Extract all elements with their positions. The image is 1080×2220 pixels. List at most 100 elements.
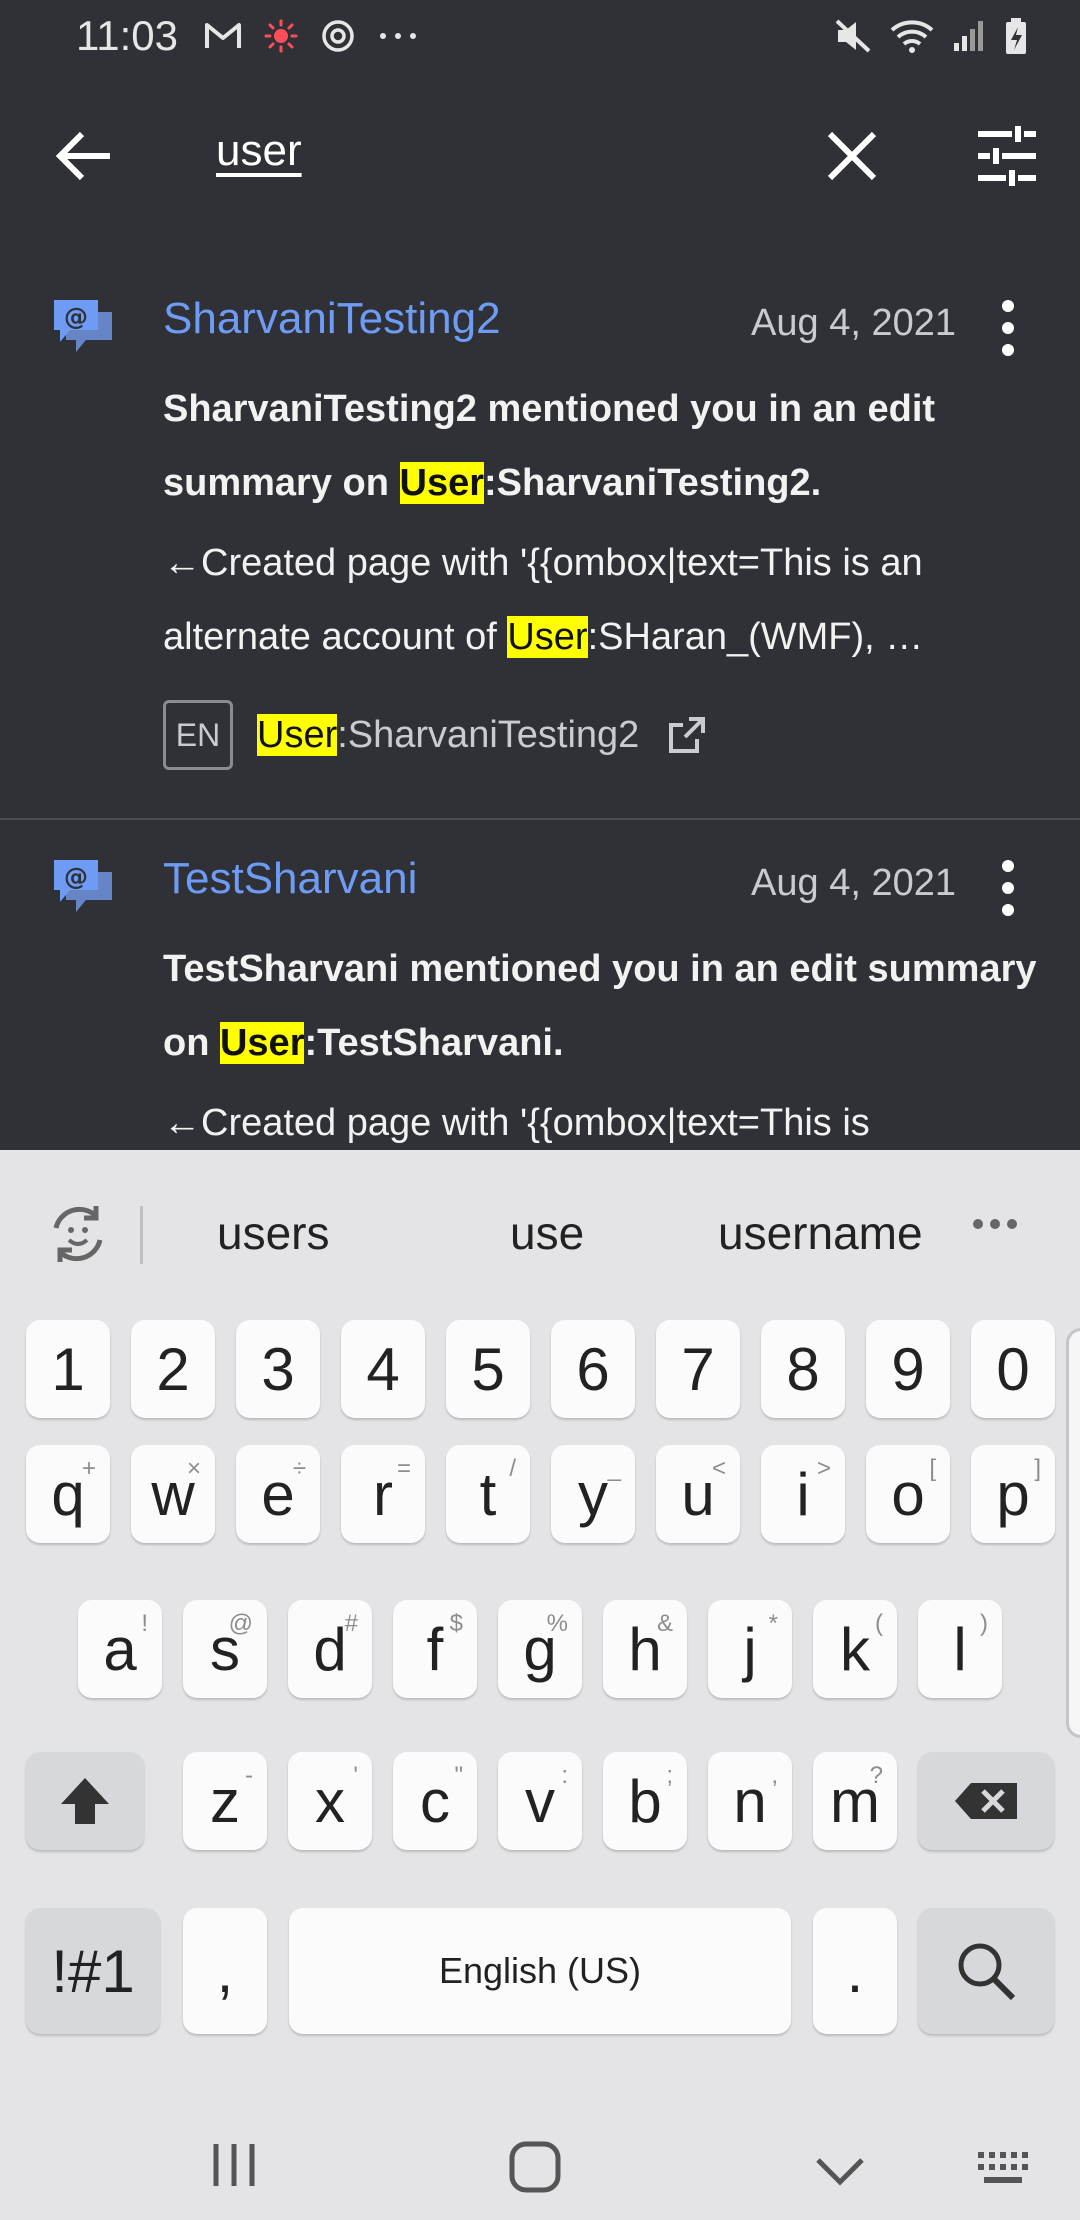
- key-m[interactable]: m?: [813, 1752, 897, 1850]
- backspace-key[interactable]: [918, 1752, 1054, 1850]
- home-icon[interactable]: [508, 2140, 562, 2194]
- space-key[interactable]: English (US): [289, 1908, 791, 2034]
- search-toolbar: user: [0, 100, 1080, 212]
- key-u[interactable]: u <: [656, 1445, 740, 1543]
- key-label: 4: [366, 1335, 400, 1403]
- filter-button[interactable]: [976, 126, 1038, 186]
- key-d[interactable]: d #: [288, 1600, 372, 1698]
- key-label: i: [796, 1460, 810, 1528]
- notification-item[interactable]: @ TestSharvani Aug 4, 2021 TestSharvani …: [0, 820, 1080, 1150]
- status-bar: 11:03: [0, 0, 1080, 72]
- key-h[interactable]: h &: [603, 1600, 687, 1698]
- key-x[interactable]: x ': [288, 1752, 372, 1850]
- key-3[interactable]: 3: [236, 1320, 320, 1418]
- symbols-key[interactable]: !#1: [26, 1908, 160, 2034]
- key-secondary-label: -: [245, 1762, 253, 1789]
- key-n[interactable]: n,: [708, 1752, 792, 1850]
- keyboard-side-handle[interactable]: [1066, 1328, 1080, 1738]
- key-g[interactable]: g%: [498, 1600, 582, 1698]
- comma-key[interactable]: ,: [183, 1908, 267, 2034]
- keyboard-icon[interactable]: [976, 2150, 1034, 2186]
- search-highlight: User: [507, 616, 588, 658]
- key-o[interactable]: o[: [866, 1445, 950, 1543]
- key-p[interactable]: p]: [971, 1445, 1055, 1543]
- notification-snippet: ←Created page with '{{ombox|text=This is: [163, 1086, 1043, 1150]
- notification-item[interactable]: @ SharvaniTesting2 Aug 4, 2021 SharvaniT…: [0, 260, 1080, 820]
- notification-title[interactable]: TestSharvani: [163, 854, 417, 904]
- key-s[interactable]: s @: [183, 1600, 267, 1698]
- key-label: 7: [681, 1335, 715, 1403]
- period-key[interactable]: .: [813, 1908, 897, 2034]
- key-b[interactable]: b;: [603, 1752, 687, 1850]
- status-time: 11:03: [76, 12, 178, 59]
- key-c[interactable]: c ": [393, 1752, 477, 1850]
- notification-menu-button[interactable]: [996, 858, 1020, 918]
- key-label: .: [846, 1937, 864, 2005]
- key-t[interactable]: t /: [446, 1445, 530, 1543]
- notification-title[interactable]: SharvaniTesting2: [163, 294, 501, 344]
- key-label: 6: [576, 1335, 610, 1403]
- more-horiz-icon[interactable]: [970, 1204, 1020, 1244]
- key-v[interactable]: v:: [498, 1752, 582, 1850]
- suggestion-2[interactable]: use: [510, 1206, 584, 1260]
- key-j[interactable]: j *: [708, 1600, 792, 1698]
- key-secondary-label: _: [607, 1455, 621, 1482]
- key-z[interactable]: z-: [183, 1752, 267, 1850]
- key-f[interactable]: f $: [393, 1600, 477, 1698]
- key-label: 2: [156, 1335, 190, 1403]
- clear-search-button[interactable]: [822, 126, 882, 186]
- key-label: r: [373, 1460, 393, 1528]
- key-label: q: [51, 1460, 85, 1528]
- key-6[interactable]: 6: [551, 1320, 635, 1418]
- soft-keyboard: users use username 1 2 3 4 5 6 7 8 9 0 q + w × e ÷ r = t / y…: [0, 1150, 1080, 2220]
- key-label: f: [426, 1615, 444, 1683]
- key-7[interactable]: 7: [656, 1320, 740, 1418]
- emoji-refresh-icon[interactable]: [44, 1200, 112, 1268]
- key-1[interactable]: 1: [26, 1320, 110, 1418]
- key-k[interactable]: k(: [813, 1600, 897, 1698]
- key-2[interactable]: 2: [131, 1320, 215, 1418]
- key-i[interactable]: i >: [761, 1445, 845, 1543]
- suggestion-3[interactable]: username: [718, 1206, 923, 1260]
- key-4[interactable]: 4: [341, 1320, 425, 1418]
- key-secondary-label: *: [768, 1610, 778, 1637]
- shift-key[interactable]: [26, 1752, 144, 1850]
- key-y[interactable]: y _: [551, 1445, 635, 1543]
- more-vert-icon: [1002, 300, 1014, 356]
- page-link[interactable]: User:SharvaniTesting2: [257, 713, 639, 757]
- key-q[interactable]: q +: [26, 1445, 110, 1543]
- red-sun-icon: [264, 19, 298, 53]
- key-w[interactable]: w ×: [131, 1445, 215, 1543]
- search-input[interactable]: user: [216, 126, 302, 176]
- external-link-icon[interactable]: [667, 715, 707, 755]
- signal-icon: [954, 21, 983, 51]
- notification-date: Aug 4, 2021: [751, 862, 956, 904]
- key-9[interactable]: 9: [866, 1320, 950, 1418]
- key-label: k: [840, 1615, 870, 1683]
- key-e[interactable]: e ÷: [236, 1445, 320, 1543]
- key-label: u: [681, 1460, 715, 1528]
- back-button[interactable]: [52, 128, 116, 184]
- search-key[interactable]: [918, 1908, 1054, 2034]
- search-icon: [958, 1943, 1016, 2001]
- svg-text:@: @: [64, 303, 88, 331]
- notification-menu-button[interactable]: [996, 298, 1020, 358]
- key-0[interactable]: 0: [971, 1320, 1055, 1418]
- key-a[interactable]: a!: [78, 1600, 162, 1698]
- suggestion-1[interactable]: users: [217, 1206, 329, 1260]
- notification-list: @ SharvaniTesting2 Aug 4, 2021 SharvaniT…: [0, 260, 1080, 1150]
- key-secondary-label: %: [546, 1610, 568, 1637]
- hide-keyboard-icon[interactable]: [814, 2156, 866, 2186]
- key-label: 1: [51, 1335, 85, 1403]
- key-r[interactable]: r =: [341, 1445, 425, 1543]
- key-l[interactable]: l): [918, 1600, 1002, 1698]
- key-secondary-label: ×: [186, 1455, 201, 1482]
- key-secondary-label: !: [141, 1610, 148, 1637]
- key-label: c: [420, 1767, 450, 1835]
- key-8[interactable]: 8: [761, 1320, 845, 1418]
- key-secondary-label: $: [449, 1610, 463, 1637]
- key-5[interactable]: 5: [446, 1320, 530, 1418]
- recents-icon[interactable]: [210, 2140, 258, 2190]
- key-secondary-label: =: [396, 1455, 411, 1482]
- key-secondary-label: ": [454, 1762, 463, 1789]
